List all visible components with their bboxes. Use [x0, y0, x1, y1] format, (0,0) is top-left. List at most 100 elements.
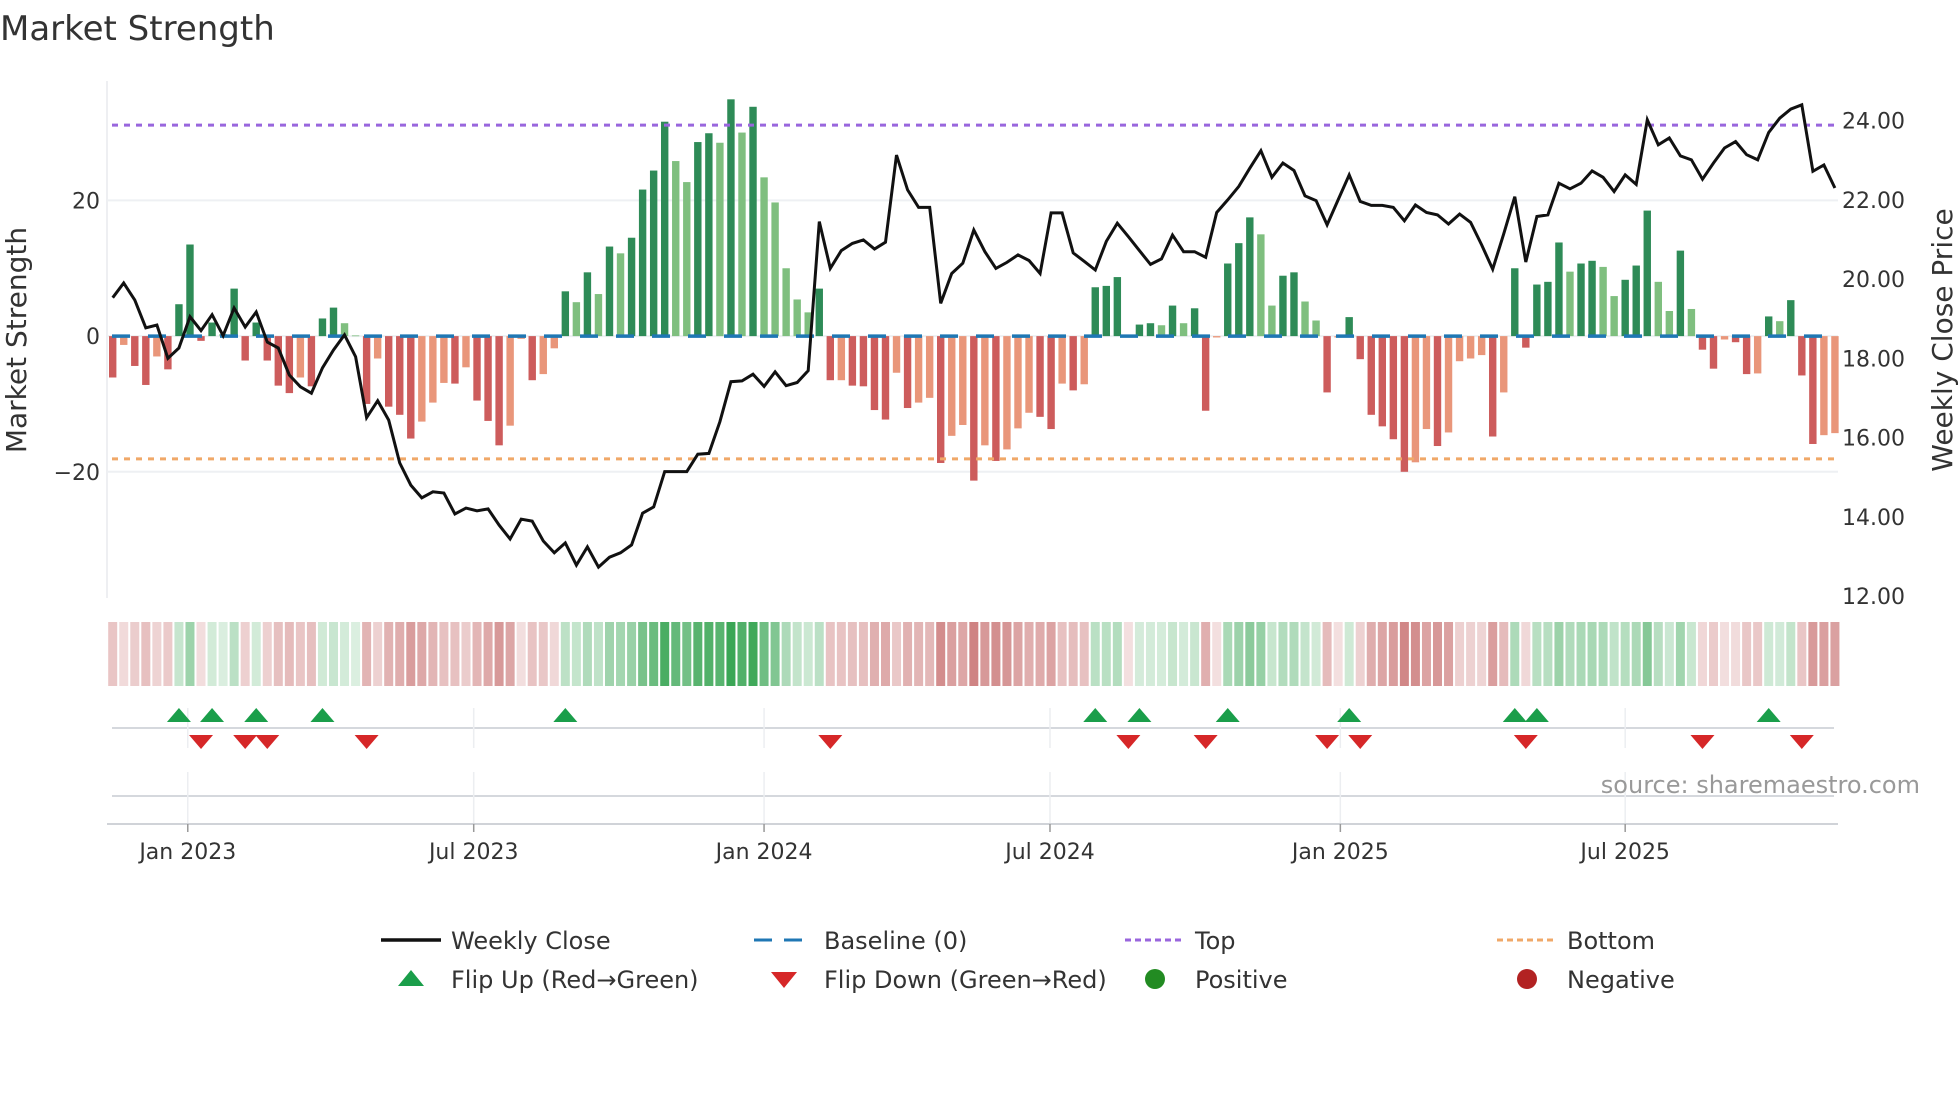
negative-bar	[362, 336, 371, 404]
heat-cell	[1190, 622, 1200, 686]
heat-cell	[616, 622, 626, 686]
left-axis-title: Market Strength	[0, 227, 33, 453]
heat-cell	[1709, 622, 1718, 686]
positive-bar	[1544, 281, 1552, 337]
negative-bar	[1433, 336, 1442, 447]
positive-bar	[1246, 217, 1254, 337]
flip-up-marker	[1524, 708, 1549, 722]
heat-cell	[1631, 622, 1641, 686]
heat-cell	[1697, 622, 1707, 686]
positive-bar	[1179, 323, 1188, 337]
heat-cell	[1201, 622, 1211, 686]
heat-cell	[1057, 622, 1067, 686]
negative-bar	[1400, 336, 1409, 472]
heat-cell	[207, 622, 217, 686]
heat-cell	[1123, 622, 1133, 686]
heat-cell	[516, 622, 526, 686]
heat-cell	[262, 622, 272, 686]
legend-item-negative: Negative	[1517, 966, 1675, 994]
heat-cell	[803, 622, 813, 686]
flip-down-marker	[189, 735, 214, 749]
heat-cell	[1377, 622, 1387, 686]
heat-cell	[527, 622, 537, 686]
flip-up-marker	[200, 708, 225, 722]
heat-cell	[196, 622, 206, 686]
heat-cell	[1444, 622, 1454, 686]
flip-down-marker	[1690, 735, 1715, 749]
heat-cell	[1797, 622, 1807, 686]
heat-cell	[704, 622, 714, 686]
heat-cell	[1145, 622, 1155, 686]
positive-bar	[672, 161, 680, 337]
flip-up-marker	[310, 708, 335, 722]
negative-bar	[1698, 336, 1707, 350]
negative-bar	[1831, 336, 1839, 434]
heat-cell	[726, 622, 736, 686]
negative-bar	[1367, 336, 1375, 415]
heat-cell	[119, 622, 129, 686]
heat-cell	[1234, 622, 1244, 686]
heat-cell	[1157, 622, 1166, 686]
negative-bar	[1356, 336, 1364, 360]
negative-bar	[981, 336, 989, 446]
positive-bar	[1776, 321, 1784, 337]
heat-cell	[1786, 622, 1796, 686]
legend-label: Flip Up (Red→Green)	[451, 966, 699, 994]
heat-cell	[1543, 622, 1553, 686]
negative-bar	[407, 336, 415, 439]
positive-bar	[561, 291, 570, 337]
heat-cell	[1399, 622, 1409, 686]
heat-cell	[737, 622, 747, 686]
heat-cell	[571, 622, 581, 686]
heat-cell	[991, 622, 1001, 686]
negative-bar	[307, 336, 316, 387]
heat-cell	[284, 622, 294, 686]
positive-bar	[1235, 243, 1243, 337]
positive-bar	[1654, 281, 1662, 337]
heat-cell	[130, 622, 140, 686]
positive-bar	[683, 182, 691, 337]
heat-cell	[582, 622, 592, 686]
heat-cell	[1090, 622, 1100, 686]
heat-cell	[1488, 622, 1498, 686]
heat-cell	[1554, 622, 1564, 686]
heat-cell	[1532, 622, 1542, 686]
positive-bar	[252, 322, 260, 337]
negative-bar	[859, 336, 868, 387]
heat-cell	[494, 622, 504, 686]
heat-cell	[373, 622, 383, 686]
heat-cell	[903, 622, 913, 686]
x-tick-label: Jul 2024	[1003, 840, 1095, 865]
negative-bar	[1798, 336, 1806, 376]
negative-bar	[1003, 336, 1011, 450]
positive-bar	[1113, 277, 1122, 337]
negative-bar	[1809, 336, 1817, 444]
positive-bar	[351, 335, 360, 337]
heat-cell	[1598, 622, 1608, 686]
heat-cell	[1576, 622, 1586, 686]
heat-cell	[218, 622, 228, 686]
heat-cell	[1278, 622, 1288, 686]
heat-cell	[759, 622, 769, 686]
positive-bar	[705, 133, 713, 337]
positive-bar	[175, 304, 183, 337]
heat-cell	[483, 622, 493, 686]
right-tick-label: 14.00	[1842, 506, 1905, 531]
right-tick-label: 20.00	[1842, 268, 1905, 293]
heat-cell	[881, 622, 890, 686]
x-tick-label: Jan 2025	[1290, 840, 1389, 865]
flip-down-marker	[233, 735, 258, 749]
heat-cell	[395, 622, 405, 686]
positive-bar	[1533, 284, 1541, 337]
heat-cell	[682, 622, 692, 686]
flip-down-marker	[1348, 735, 1373, 749]
negative-bar	[1709, 336, 1718, 369]
positive-bar	[1190, 308, 1199, 337]
negative-bar	[373, 336, 382, 359]
negative-bar	[892, 336, 901, 373]
positive-bar	[318, 318, 327, 337]
heat-cell	[1521, 622, 1531, 686]
heat-cell	[1168, 622, 1178, 686]
negative-bar	[1742, 336, 1751, 375]
flip-up-marker	[1502, 708, 1527, 722]
